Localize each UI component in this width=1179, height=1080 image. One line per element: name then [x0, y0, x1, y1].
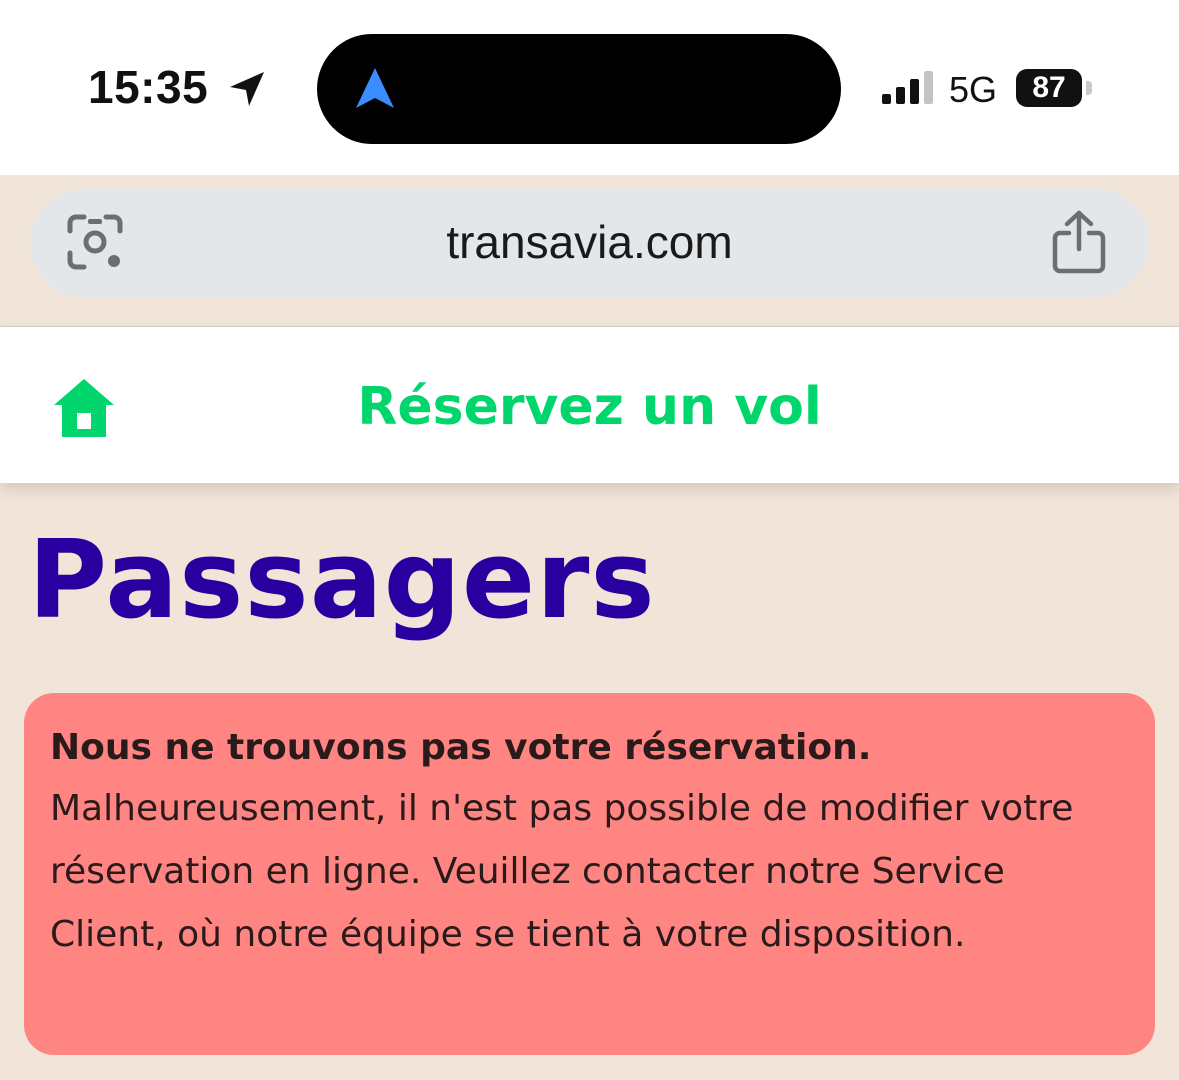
- status-bar: 15:35 5G 87 transavia.com: [0, 0, 1179, 297]
- battery-level: 87: [1032, 71, 1066, 104]
- signal-icon: [882, 71, 933, 104]
- network-type: 5G: [949, 69, 998, 110]
- url-text[interactable]: transavia.com: [30, 215, 1149, 269]
- location-arrow-icon: [230, 72, 264, 106]
- address-bar[interactable]: transavia.com: [30, 189, 1149, 297]
- navigation-arrow-icon: [356, 68, 394, 108]
- share-icon[interactable]: [1050, 209, 1108, 275]
- alert-title: Nous ne trouvons pas votre réservation.: [50, 727, 872, 768]
- battery-icon: 87: [1016, 69, 1082, 107]
- page-title: Passagers: [28, 518, 656, 643]
- alert-body: Malheureusement, il n'est pas possible d…: [50, 788, 1074, 955]
- header-title: Réservez un vol: [357, 377, 822, 437]
- battery-cap: [1086, 81, 1092, 95]
- site-header: Réservez un vol: [0, 327, 1179, 483]
- status-time: 15:35: [88, 61, 209, 113]
- error-alert: Nous ne trouvons pas votre réservation. …: [24, 693, 1155, 1055]
